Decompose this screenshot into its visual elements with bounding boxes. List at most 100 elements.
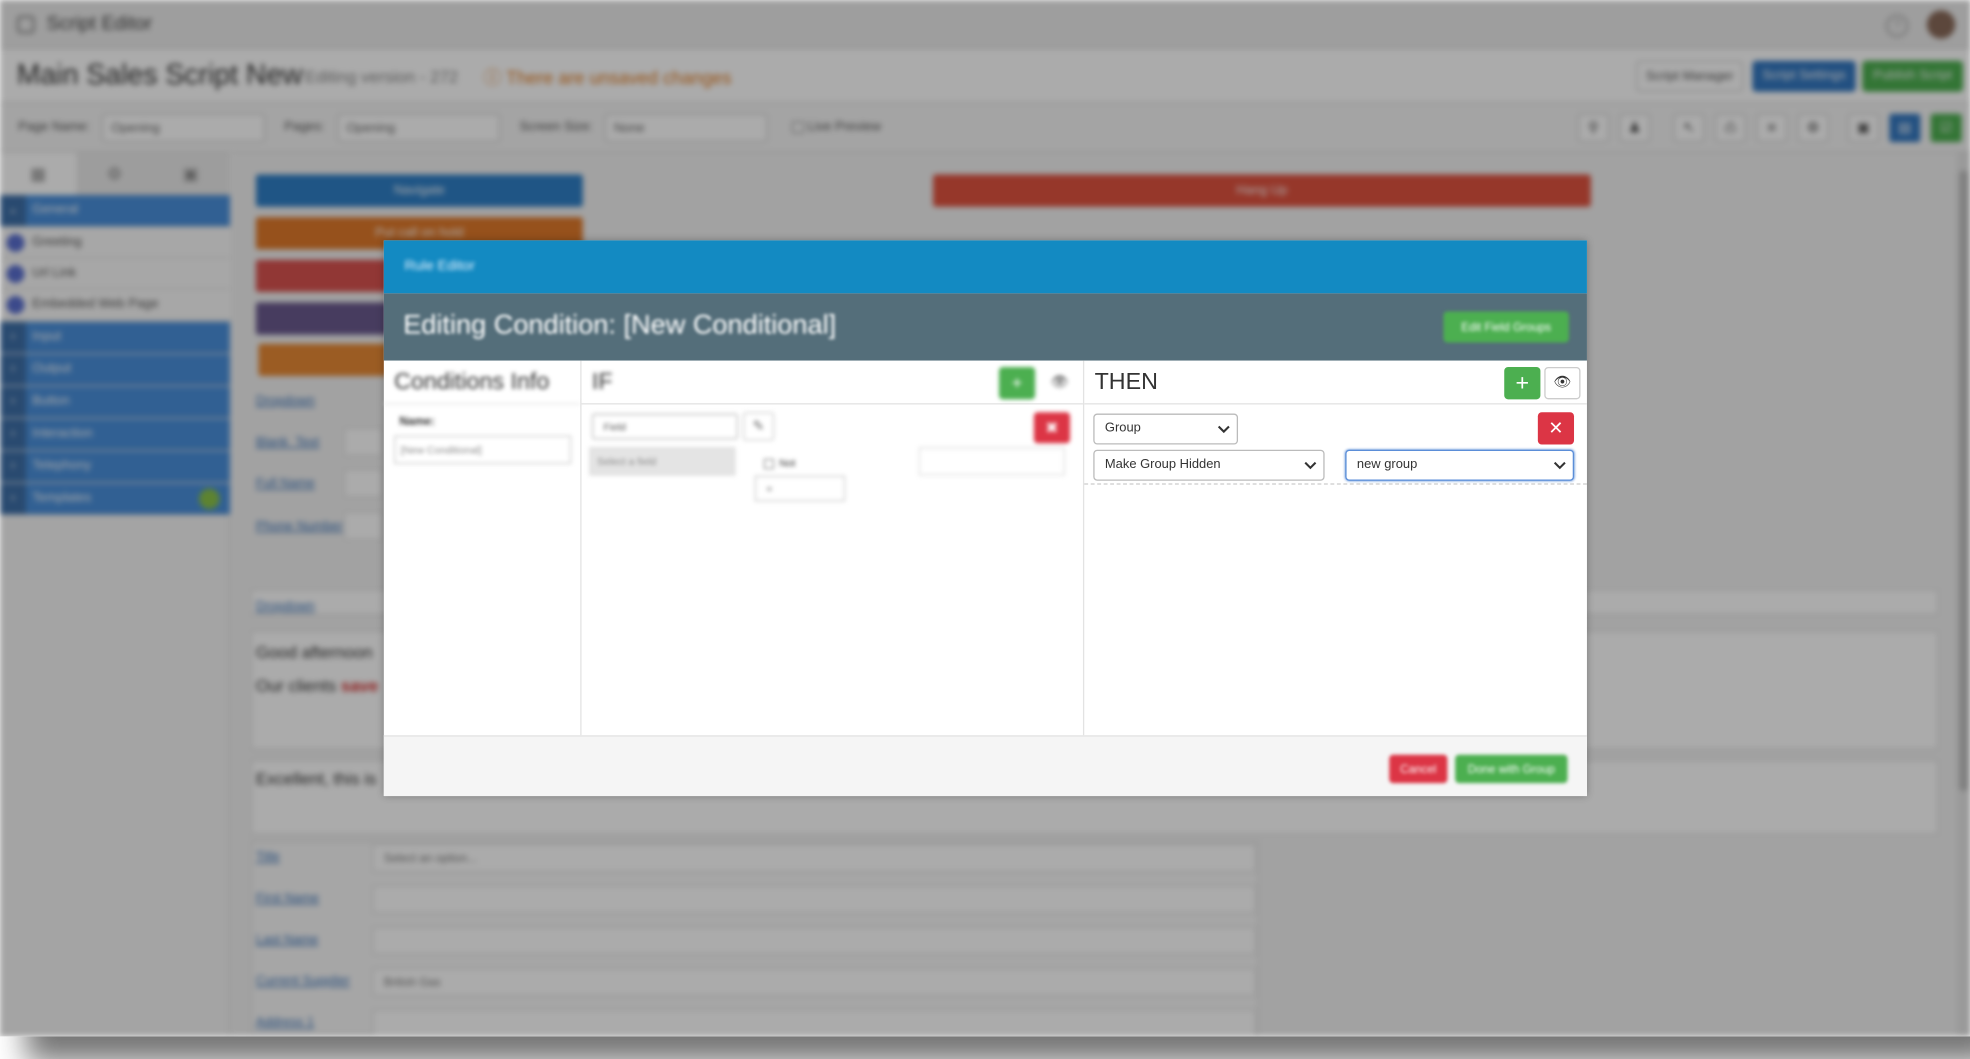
sidebar-item-button[interactable]: › Button xyxy=(0,386,231,418)
tab-elements-icon[interactable]: ▦ xyxy=(0,152,77,196)
sidebar-item-embedded-web-page[interactable]: Embedded Web Page xyxy=(0,289,231,321)
phone-number-link[interactable]: Phone Number xyxy=(256,520,343,534)
conditions-info-column: Conditions Info Name: [New Conditional] xyxy=(383,360,582,736)
form-label-first-name[interactable]: First Name xyxy=(256,892,319,906)
eye-icon[interactable]: 👁 xyxy=(1041,367,1078,400)
not-checkbox[interactable] xyxy=(763,458,775,470)
sidebar-item-url-link[interactable]: Url Link xyxy=(0,258,231,290)
dialog-header: Rule Editor xyxy=(383,240,1587,294)
pages-label: Pages: xyxy=(284,120,325,135)
script-manager-button[interactable]: Script Manager xyxy=(1636,60,1744,92)
add-template-icon[interactable] xyxy=(199,488,220,510)
sidebar-item-greeting[interactable]: Greeting xyxy=(0,227,231,259)
chevron-right-icon: › xyxy=(0,386,26,418)
phone-number-input[interactable] xyxy=(343,511,383,541)
warning-icon: ⓘ xyxy=(483,67,507,88)
sidebar-item-label: Greeting xyxy=(32,235,82,250)
settings-icon[interactable]: ⚙ xyxy=(1797,113,1829,143)
sidebar-item-input[interactable]: › Input xyxy=(0,321,231,353)
add-action-button[interactable]: + xyxy=(1504,367,1541,400)
condition-name-input[interactable]: [New Conditional] xyxy=(394,435,572,464)
save-icon[interactable]: ▤ xyxy=(1889,113,1921,143)
address-1-input[interactable] xyxy=(372,1009,1257,1037)
then-column: THEN + 👁 Group ✕ Make Group Hidden new g… xyxy=(1084,361,1587,736)
chevron-down-icon xyxy=(1553,461,1566,470)
screen-size-select[interactable]: None xyxy=(604,113,768,143)
print-icon[interactable]: ⎙ xyxy=(1714,113,1746,143)
form-label-last-name[interactable]: Last Name xyxy=(256,933,318,947)
form-label-title[interactable]: Title xyxy=(256,850,280,864)
dialog-footer: Cancel Done with Group xyxy=(383,735,1587,797)
current-supplier-input[interactable]: British Gas xyxy=(372,967,1257,997)
condition-title: Editing Condition: [New Conditional] xyxy=(403,310,837,340)
sidebar-item-templates[interactable]: › Templates xyxy=(0,483,231,515)
full-name-link[interactable]: Full Name xyxy=(256,477,315,491)
blank-text-input[interactable] xyxy=(343,427,383,457)
value-input[interactable] xyxy=(918,447,1065,476)
pages-select[interactable]: Opening xyxy=(337,113,501,143)
pointer-icon[interactable]: ↖ xyxy=(1673,113,1705,143)
eye-icon[interactable]: 👁 xyxy=(1544,367,1581,400)
if-type-select[interactable]: Field xyxy=(591,413,738,440)
field-select[interactable]: Select a field xyxy=(589,447,736,476)
element-icon xyxy=(6,264,25,284)
page-name-input[interactable]: Opening xyxy=(102,113,265,143)
remove-action-button[interactable]: ✕ xyxy=(1537,412,1575,445)
remove-condition-button[interactable]: ✖ xyxy=(1033,412,1071,444)
form-label-address-1[interactable]: Address 1 xyxy=(256,1016,314,1030)
action-select[interactable]: Make Group Hidden xyxy=(1093,449,1325,481)
first-name-input[interactable] xyxy=(372,885,1257,914)
dropdown-link[interactable]: Dropdown xyxy=(256,394,315,408)
if-header: IF + 👁 xyxy=(581,361,1083,405)
sidebar-item-output[interactable]: › Output xyxy=(0,354,231,386)
navigate-button[interactable]: Navigate xyxy=(255,174,583,207)
publish-script-button[interactable]: Publish Script xyxy=(1862,60,1964,92)
chevron-right-icon: › xyxy=(0,321,26,353)
action-divider xyxy=(1084,483,1587,485)
blank-text-link[interactable]: Blank_Text xyxy=(256,436,319,450)
sidebar-item-label: General xyxy=(32,202,79,218)
element-icon xyxy=(6,295,25,315)
scrollbar-thumb[interactable] xyxy=(1959,170,1969,791)
dropdown-link-2[interactable]: Dropdown xyxy=(256,600,315,614)
page-scrollbar[interactable] xyxy=(1956,152,1970,1037)
target-group-select[interactable]: new group xyxy=(1345,449,1575,481)
add-condition-button[interactable]: + xyxy=(998,367,1036,400)
action-value: Make Group Hidden xyxy=(1104,457,1221,472)
cancel-button[interactable]: Cancel xyxy=(1389,754,1448,784)
operator-select[interactable]: = xyxy=(754,475,846,502)
condition-band: Editing Condition: [New Conditional] Edi… xyxy=(383,293,1587,361)
title-select[interactable]: Select an option... xyxy=(372,843,1257,873)
document-icon[interactable]: ▣ xyxy=(1847,113,1880,143)
sidebar-item-general[interactable]: ⌄ General xyxy=(0,195,231,227)
tab-layout-icon[interactable]: ▣ xyxy=(152,152,228,195)
live-preview-checkbox[interactable] xyxy=(792,121,804,134)
target-group-value: new group xyxy=(1356,457,1418,472)
edit-pencil-icon[interactable]: ✎ xyxy=(743,412,775,441)
script-settings-button[interactable]: Script Settings xyxy=(1752,60,1856,92)
action-type-select[interactable]: Group xyxy=(1093,413,1239,445)
hang-up-button[interactable]: Hang Up xyxy=(933,174,1591,207)
full-name-input[interactable] xyxy=(343,469,383,498)
list-icon[interactable]: ≡ xyxy=(1756,113,1788,143)
conditions-info-title: Conditions Info xyxy=(394,368,550,395)
script-header: Main Sales Script New Editing version - … xyxy=(0,49,1970,104)
tab-settings-icon[interactable]: ⚙ xyxy=(76,152,152,195)
form-label-current-supplier[interactable]: Current Supplier xyxy=(256,974,350,988)
last-name-input[interactable] xyxy=(372,926,1257,956)
screenshot-frame: Script Editor ? Main Sales Script New Ed… xyxy=(0,0,1970,1037)
name-label: Name: xyxy=(399,414,435,428)
sidebar-item-interaction[interactable]: › Interaction xyxy=(0,418,231,450)
sidebar-item-label: Interaction xyxy=(32,426,93,441)
chevron-right-icon: › xyxy=(0,451,26,483)
help-icon[interactable]: ? xyxy=(1885,14,1909,38)
avatar[interactable] xyxy=(1926,10,1956,39)
export-icon[interactable]: ☑ xyxy=(1930,113,1962,143)
sidebar-item-label: Telephony xyxy=(32,458,92,473)
done-button[interactable]: Done with Group xyxy=(1455,754,1568,784)
zoom-icon[interactable]: ⚲ xyxy=(1577,113,1609,143)
edit-field-groups-button[interactable]: Edit Field Groups xyxy=(1443,311,1569,343)
people-icon[interactable]: ♟ xyxy=(1619,113,1651,143)
sidebar-item-telephony[interactable]: › Telephony xyxy=(0,451,231,483)
chevron-right-icon: › xyxy=(0,354,26,386)
